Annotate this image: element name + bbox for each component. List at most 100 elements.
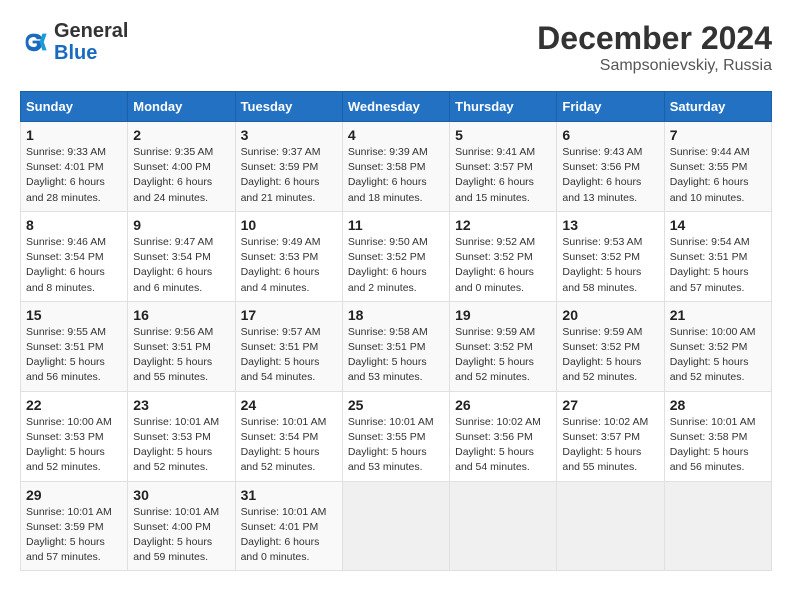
calendar-week-row: 1 Sunrise: 9:33 AM Sunset: 4:01 PM Daylig… [21, 122, 772, 212]
day-info: Sunrise: 9:46 AM Sunset: 3:54 PM Dayligh… [26, 235, 122, 296]
day-number: 20 [562, 307, 658, 323]
calendar-cell: 24 Sunrise: 10:01 AM Sunset: 3:54 PM Dayl… [235, 391, 342, 481]
day-number: 23 [133, 397, 229, 413]
day-info: Sunrise: 9:47 AM Sunset: 3:54 PM Dayligh… [133, 235, 229, 296]
day-info: Sunrise: 9:41 AM Sunset: 3:57 PM Dayligh… [455, 145, 551, 206]
day-number: 24 [241, 397, 337, 413]
day-number: 31 [241, 487, 337, 503]
day-info: Sunrise: 10:01 AM Sunset: 3:55 PM Daylig… [348, 415, 444, 476]
day-info: Sunrise: 9:56 AM Sunset: 3:51 PM Dayligh… [133, 325, 229, 386]
day-info: Sunrise: 10:01 AM Sunset: 4:01 PM Daylig… [241, 505, 337, 566]
calendar-cell: 23 Sunrise: 10:01 AM Sunset: 3:53 PM Dayl… [128, 391, 235, 481]
logo-text: General Blue [54, 20, 128, 64]
weekday-header-monday: Monday [128, 92, 235, 122]
page-header: General Blue December 2024 Sampsonievski… [20, 20, 772, 75]
day-info: Sunrise: 10:00 AM Sunset: 3:53 PM Daylig… [26, 415, 122, 476]
calendar-week-row: 22 Sunrise: 10:00 AM Sunset: 3:53 PM Dayl… [21, 391, 772, 481]
day-number: 5 [455, 127, 551, 143]
calendar-cell: 17 Sunrise: 9:57 AM Sunset: 3:51 PM Dayli… [235, 301, 342, 391]
day-number: 27 [562, 397, 658, 413]
day-info: Sunrise: 9:57 AM Sunset: 3:51 PM Dayligh… [241, 325, 337, 386]
day-number: 1 [26, 127, 122, 143]
day-number: 30 [133, 487, 229, 503]
calendar-cell: 7Sunrise: 9:44 AM Sunset: 3:55 PM Daylig… [664, 122, 771, 212]
calendar-week-row: 8 Sunrise: 9:46 AM Sunset: 3:54 PM Daylig… [21, 211, 772, 301]
day-info: Sunrise: 10:00 AM Sunset: 3:52 PM Daylig… [670, 325, 766, 386]
day-number: 9 [133, 217, 229, 233]
day-info: Sunrise: 9:52 AM Sunset: 3:52 PM Dayligh… [455, 235, 551, 296]
calendar-cell: 11 Sunrise: 9:50 AM Sunset: 3:52 PM Dayli… [342, 211, 449, 301]
calendar-cell: 3 Sunrise: 9:37 AM Sunset: 3:59 PM Daylig… [235, 122, 342, 212]
day-info: Sunrise: 9:50 AM Sunset: 3:52 PM Dayligh… [348, 235, 444, 296]
calendar-cell: 6 Sunrise: 9:43 AM Sunset: 3:56 PM Daylig… [557, 122, 664, 212]
day-info: Sunrise: 9:37 AM Sunset: 3:59 PM Dayligh… [241, 145, 337, 206]
calendar-week-row: 15Sunrise: 9:55 AM Sunset: 3:51 PM Dayli… [21, 301, 772, 391]
day-number: 13 [562, 217, 658, 233]
calendar-cell: 12 Sunrise: 9:52 AM Sunset: 3:52 PM Dayli… [450, 211, 557, 301]
weekday-header-thursday: Thursday [450, 92, 557, 122]
weekday-header-row: SundayMondayTuesdayWednesdayThursdayFrid… [21, 92, 772, 122]
day-info: Sunrise: 10:01 AM Sunset: 3:59 PM Daylig… [26, 505, 122, 566]
day-info: Sunrise: 10:01 AM Sunset: 3:58 PM Daylig… [670, 415, 766, 476]
weekday-header-sunday: Sunday [21, 92, 128, 122]
day-info: Sunrise: 9:33 AM Sunset: 4:01 PM Dayligh… [26, 145, 122, 206]
calendar-cell: 15Sunrise: 9:55 AM Sunset: 3:51 PM Dayli… [21, 301, 128, 391]
day-number: 2 [133, 127, 229, 143]
day-number: 6 [562, 127, 658, 143]
calendar-cell [342, 481, 449, 571]
day-number: 19 [455, 307, 551, 323]
day-info: Sunrise: 9:59 AM Sunset: 3:52 PM Dayligh… [455, 325, 551, 386]
calendar-cell: 31 Sunrise: 10:01 AM Sunset: 4:01 PM Dayl… [235, 481, 342, 571]
calendar-cell: 9 Sunrise: 9:47 AM Sunset: 3:54 PM Daylig… [128, 211, 235, 301]
calendar-cell [557, 481, 664, 571]
day-info: Sunrise: 9:35 AM Sunset: 4:00 PM Dayligh… [133, 145, 229, 206]
calendar-cell: 30Sunrise: 10:01 AM Sunset: 4:00 PM Dayl… [128, 481, 235, 571]
calendar-cell: 28 Sunrise: 10:01 AM Sunset: 3:58 PM Dayl… [664, 391, 771, 481]
calendar-cell: 22 Sunrise: 10:00 AM Sunset: 3:53 PM Dayl… [21, 391, 128, 481]
day-info: Sunrise: 9:43 AM Sunset: 3:56 PM Dayligh… [562, 145, 658, 206]
day-info: Sunrise: 9:49 AM Sunset: 3:53 PM Dayligh… [241, 235, 337, 296]
calendar-cell: 4Sunrise: 9:39 AM Sunset: 3:58 PM Daylig… [342, 122, 449, 212]
day-number: 25 [348, 397, 444, 413]
day-number: 26 [455, 397, 551, 413]
calendar-cell: 8 Sunrise: 9:46 AM Sunset: 3:54 PM Daylig… [21, 211, 128, 301]
day-number: 22 [26, 397, 122, 413]
calendar-cell: 16 Sunrise: 9:56 AM Sunset: 3:51 PM Dayli… [128, 301, 235, 391]
day-info: Sunrise: 9:59 AM Sunset: 3:52 PM Dayligh… [562, 325, 658, 386]
weekday-header-wednesday: Wednesday [342, 92, 449, 122]
day-number: 3 [241, 127, 337, 143]
day-number: 16 [133, 307, 229, 323]
day-number: 11 [348, 217, 444, 233]
calendar-cell [664, 481, 771, 571]
day-number: 4 [348, 127, 444, 143]
weekday-header-friday: Friday [557, 92, 664, 122]
calendar-week-row: 29 Sunrise: 10:01 AM Sunset: 3:59 PM Dayl… [21, 481, 772, 571]
weekday-header-saturday: Saturday [664, 92, 771, 122]
day-number: 8 [26, 217, 122, 233]
calendar-cell: 5 Sunrise: 9:41 AM Sunset: 3:57 PM Daylig… [450, 122, 557, 212]
calendar-cell: 21 Sunrise: 10:00 AM Sunset: 3:52 PM Dayl… [664, 301, 771, 391]
day-info: Sunrise: 10:02 AM Sunset: 3:56 PM Daylig… [455, 415, 551, 476]
title-block: December 2024 Sampsonievskiy, Russia [537, 20, 772, 75]
day-number: 17 [241, 307, 337, 323]
calendar-cell: 29 Sunrise: 10:01 AM Sunset: 3:59 PM Dayl… [21, 481, 128, 571]
day-number: 18 [348, 307, 444, 323]
calendar-cell: 26 Sunrise: 10:02 AM Sunset: 3:56 PM Dayl… [450, 391, 557, 481]
day-number: 28 [670, 397, 766, 413]
calendar-cell: 1 Sunrise: 9:33 AM Sunset: 4:01 PM Daylig… [21, 122, 128, 212]
day-info: Sunrise: 9:44 AM Sunset: 3:55 PM Dayligh… [670, 145, 766, 206]
logo: General Blue [20, 20, 128, 64]
day-info: Sunrise: 10:01 AM Sunset: 3:53 PM Daylig… [133, 415, 229, 476]
month-title: December 2024 [537, 20, 772, 57]
calendar-cell: 10 Sunrise: 9:49 AM Sunset: 3:53 PM Dayli… [235, 211, 342, 301]
day-info: Sunrise: 9:58 AM Sunset: 3:51 PM Dayligh… [348, 325, 444, 386]
calendar-cell: 13Sunrise: 9:53 AM Sunset: 3:52 PM Dayli… [557, 211, 664, 301]
location-subtitle: Sampsonievskiy, Russia [537, 57, 772, 75]
day-number: 10 [241, 217, 337, 233]
day-number: 12 [455, 217, 551, 233]
calendar-cell: 18 Sunrise: 9:58 AM Sunset: 3:51 PM Dayli… [342, 301, 449, 391]
day-info: Sunrise: 10:01 AM Sunset: 3:54 PM Daylig… [241, 415, 337, 476]
day-number: 21 [670, 307, 766, 323]
day-number: 29 [26, 487, 122, 503]
day-number: 14 [670, 217, 766, 233]
